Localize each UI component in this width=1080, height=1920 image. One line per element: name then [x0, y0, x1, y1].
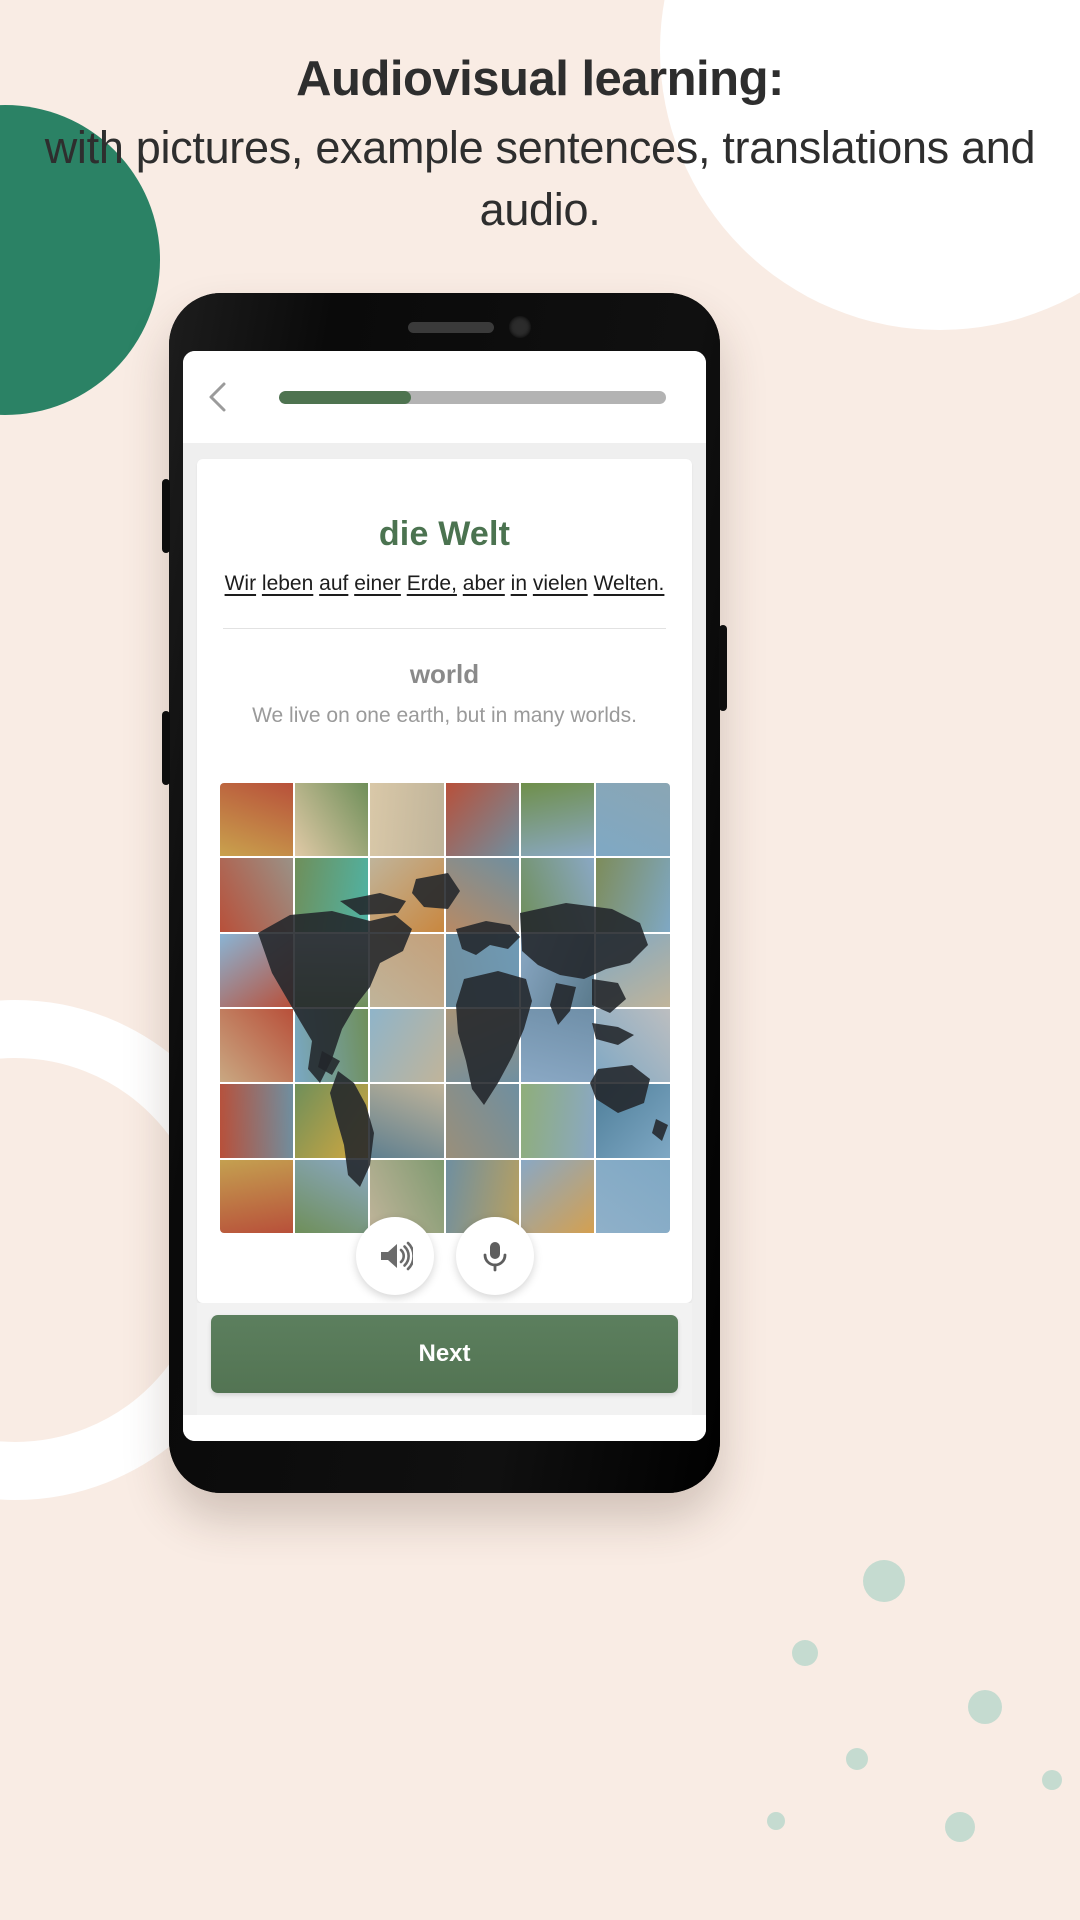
decorative-dot: [846, 1748, 868, 1770]
mosaic-tile: [445, 933, 519, 1007]
app-body: die Welt Wir leben auf einer Erde, aber …: [183, 443, 706, 1415]
speaker-icon: [377, 1238, 413, 1274]
mosaic-tile: [596, 1084, 670, 1158]
example-sentence-source[interactable]: Wir leben auf einer Erde, aber in vielen…: [197, 570, 692, 598]
phone-mockup: die Welt Wir leben auf einer Erde, aber …: [162, 293, 727, 1493]
headline-secondary: with pictures, example sentences, transl…: [44, 121, 1036, 235]
sentence-word[interactable]: Wir: [225, 572, 256, 595]
mosaic-tile: [520, 1084, 595, 1158]
next-button[interactable]: Next: [211, 1315, 678, 1393]
sentence-word[interactable]: einer: [354, 572, 401, 595]
mosaic-tile: [445, 783, 519, 857]
decorative-dot: [792, 1640, 818, 1666]
lesson-progress-fill: [279, 390, 411, 404]
mosaic-tile: [445, 1084, 519, 1158]
sentence-word[interactable]: Erde,: [407, 572, 457, 595]
next-button-area: Next: [197, 1303, 692, 1415]
mosaic-tile: [294, 858, 369, 932]
mosaic-tile: [219, 1084, 293, 1158]
system-nav-area: [183, 1415, 706, 1441]
phone-screen: die Welt Wir leben auf einer Erde, aber …: [183, 351, 706, 1441]
lesson-progress-bar: [279, 390, 666, 404]
phone-volume-down-button: [162, 711, 170, 785]
phone-volume-up-button: [162, 479, 170, 553]
mosaic-tile: [219, 933, 293, 1007]
mosaic-tile: [520, 1009, 595, 1083]
mosaic-tile: [520, 933, 595, 1007]
phone-power-button: [719, 625, 727, 711]
mosaic-tile: [520, 858, 595, 932]
mosaic-tile: [294, 933, 369, 1007]
app-top-bar: [183, 351, 706, 443]
chevron-left-icon[interactable]: [201, 380, 235, 414]
mosaic-tile: [219, 1009, 293, 1083]
sentence-word[interactable]: auf: [319, 572, 348, 595]
vocabulary-card: die Welt Wir leben auf einer Erde, aber …: [197, 459, 692, 1303]
mosaic-tile: [370, 783, 444, 857]
mosaic-tile: [596, 1009, 670, 1083]
audio-controls: [197, 1217, 692, 1295]
sentence-word[interactable]: Welten.: [594, 572, 665, 595]
card-divider: [223, 628, 666, 630]
mosaic-tile: [370, 1009, 444, 1083]
decorative-dot: [863, 1560, 905, 1602]
headline-primary: Audiovisual learning:: [296, 52, 784, 106]
mosaic-tile: [445, 1009, 519, 1083]
play-audio-button[interactable]: [355, 1217, 434, 1295]
mosaic-tile: [370, 933, 444, 1007]
decorative-dot: [1042, 1770, 1062, 1790]
mosaic-tile: [219, 858, 293, 932]
mosaic-tile: [370, 858, 444, 932]
mosaic-tile: [596, 858, 670, 932]
decorative-dot: [767, 1812, 785, 1830]
decorative-dot: [968, 1690, 1002, 1724]
illustration-area: [197, 783, 692, 1303]
record-speech-button[interactable]: [455, 1217, 534, 1295]
mosaic-tile: [219, 783, 293, 857]
mosaic-tile: [294, 1084, 369, 1158]
sentence-word[interactable]: leben: [262, 572, 313, 595]
mosaic-tile: [294, 1009, 369, 1083]
phone-front-camera: [508, 316, 531, 338]
phone-speaker-grille: [407, 322, 494, 333]
vocabulary-term: die Welt: [378, 515, 511, 553]
decorative-dot: [945, 1812, 975, 1842]
mosaic-tile: [294, 783, 369, 857]
vocabulary-translation: world: [409, 659, 480, 690]
promo-headline: Audiovisual learning: with pictures, exa…: [0, 48, 1080, 241]
sentence-word[interactable]: in: [511, 572, 527, 595]
sentence-word[interactable]: vielen: [533, 572, 588, 595]
microphone-icon: [477, 1238, 513, 1274]
mosaic-tile: [596, 933, 670, 1007]
mosaic-tile: [596, 783, 670, 857]
mosaic-tile: [520, 783, 595, 857]
mosaic-tile: [370, 1084, 444, 1158]
mosaic-tile: [445, 858, 519, 932]
example-sentence-translation: We live on one earth, but in many worlds…: [252, 704, 637, 728]
sentence-word[interactable]: aber: [463, 572, 505, 595]
world-photo-mosaic: [219, 783, 670, 1233]
